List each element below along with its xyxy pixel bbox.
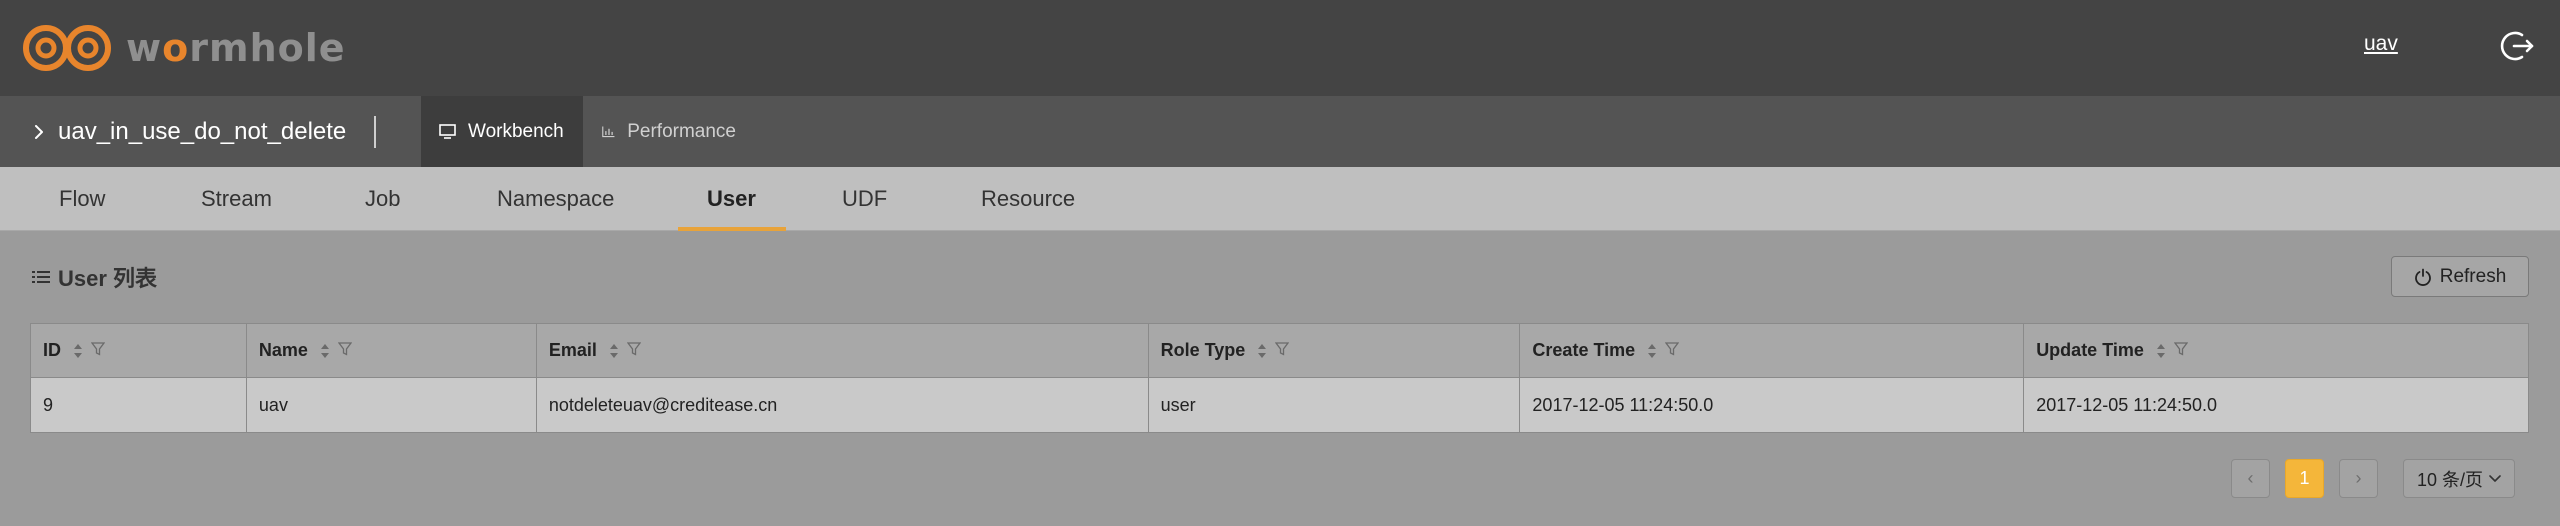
filter-icon[interactable] [1274,340,1290,361]
column-label: Email [548,340,597,360]
section-title-text: User 列表 [58,266,158,291]
column-header-role-type: Role Type [1147,323,1521,378]
column-label: Update Time [2036,340,2144,360]
prev-page-button[interactable]: ‹ [2231,459,2270,498]
sort-icon[interactable] [320,343,330,359]
column-label: Name [258,340,308,360]
page-1-button[interactable]: 1 [2285,459,2324,498]
refresh-button[interactable]: Refresh [2391,256,2529,297]
table-row[interactable]: 9 uav notdeleteuav@creditease.cn user 20… [30,377,2529,433]
user-link[interactable]: uav [2364,32,2398,56]
subtab-flow[interactable]: Flow [59,167,105,231]
next-page-button[interactable]: › [2339,459,2378,498]
sort-icon[interactable] [2156,343,2166,359]
sort-icon[interactable] [1257,343,1267,359]
filter-icon[interactable] [90,340,106,361]
project-selector[interactable]: uav_in_use_do_not_delete [32,96,346,167]
column-label: Create Time [1532,340,1636,360]
wormhole-logo[interactable]: wormhole [22,22,346,74]
project-bar: uav_in_use_do_not_delete Workbench Perfo… [0,96,2560,167]
subtab-user[interactable]: User [707,167,756,231]
chevron-down-icon [2489,474,2501,482]
filter-icon[interactable] [1664,340,1680,361]
subtab-resource[interactable]: Resource [981,167,1075,231]
bar-chart-icon [602,126,615,138]
column-header-name: Name [245,323,537,378]
subtab-job[interactable]: Job [365,167,400,231]
column-header-id: ID [30,323,247,378]
sort-icon[interactable] [1647,343,1657,359]
filter-icon[interactable] [337,340,353,361]
monitor-icon [439,124,456,139]
top-header: wormhole uav [0,0,2560,96]
column-header-create-time: Create Time [1519,323,2025,378]
sub-navigation: Flow Stream Job Namespace User UDF Resou… [0,167,2560,231]
cell-update-time: 2017-12-05 11:24:50.0 [2023,377,2529,433]
section-title: User 列表 [32,262,157,292]
tab-workbench[interactable]: Workbench [421,96,583,167]
tab-performance-label: Performance [627,120,736,142]
sort-icon[interactable] [609,343,619,359]
list-icon [32,271,50,283]
subtab-namespace[interactable]: Namespace [497,167,614,231]
divider [374,116,376,148]
tab-workbench-label: Workbench [468,120,564,142]
cell-role-type: user [1147,377,1521,433]
subtab-udf[interactable]: UDF [842,167,887,231]
column-header-email: Email [535,323,1149,378]
filter-icon[interactable] [626,340,642,361]
cell-name: uav [245,377,537,433]
page-size-label: 10 条/页 [2416,469,2484,490]
cell-create-time: 2017-12-05 11:24:50.0 [1519,377,2025,433]
sort-icon[interactable] [73,343,83,359]
column-label: Role Type [1160,340,1246,360]
power-icon [2414,268,2431,286]
filter-icon[interactable] [2173,340,2189,361]
active-tab-indicator [678,227,786,231]
wormhole-logo-icon [23,25,111,71]
logout-icon[interactable] [2500,28,2536,64]
column-label: ID [43,340,61,360]
cell-id: 9 [30,377,247,433]
cell-email: notdeleteuav@creditease.cn [535,377,1149,433]
chevron-right-icon [35,124,43,139]
page-size-select[interactable]: 10 条/页 [2403,459,2515,498]
logo-text: wormhole [126,26,346,70]
project-name: uav_in_use_do_not_delete [58,117,347,145]
subtab-stream[interactable]: Stream [201,167,272,231]
column-header-update-time: Update Time [2023,323,2529,378]
tab-performance[interactable]: Performance [584,96,754,167]
refresh-label: Refresh [2439,265,2507,287]
table-header-row: ID Name Email Role Type Create Time Upda… [30,323,2529,378]
user-table: ID Name Email Role Type Create Time Upda… [30,323,2529,433]
